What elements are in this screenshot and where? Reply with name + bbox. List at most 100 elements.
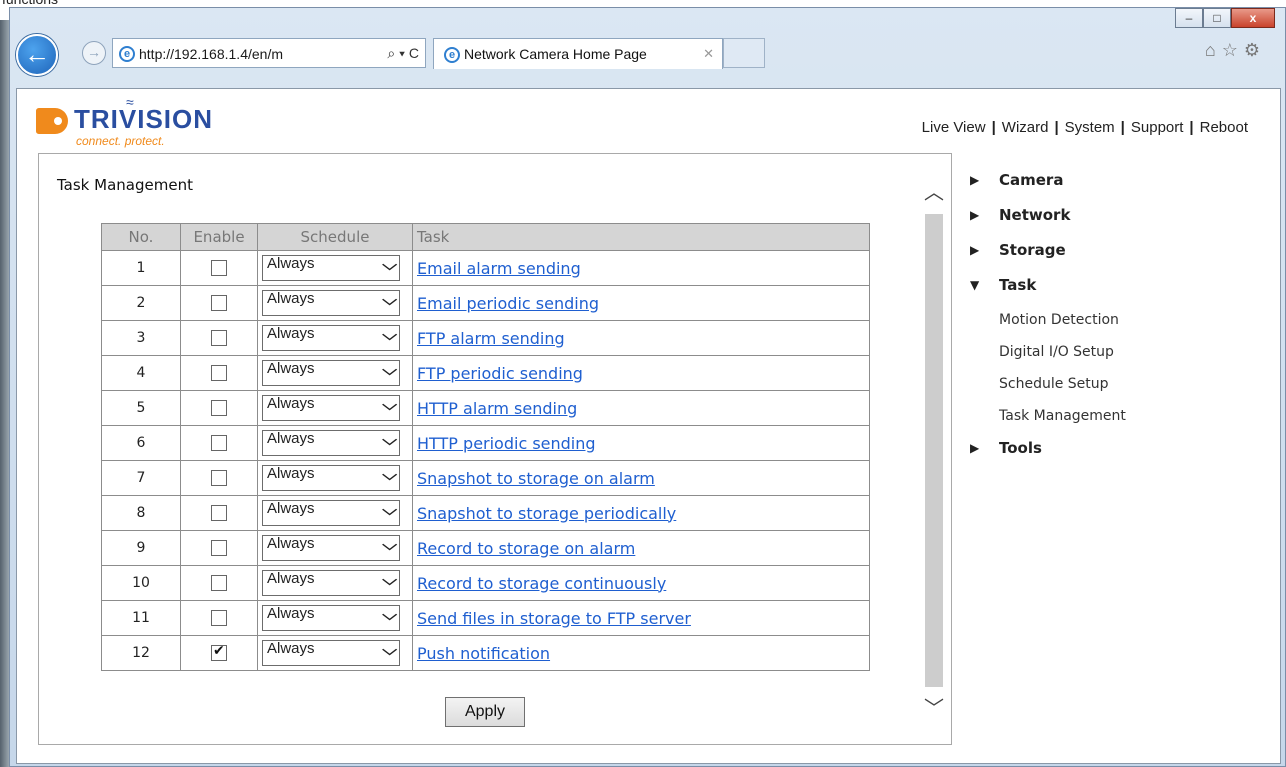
nav-separator: | <box>1054 119 1059 136</box>
scroll-down-icon[interactable]: ﹀ <box>923 689 945 735</box>
enable-checkbox[interactable] <box>211 330 227 346</box>
task-link[interactable]: HTTP alarm sending <box>417 399 577 418</box>
enable-checkbox[interactable] <box>211 435 227 451</box>
enable-checkbox[interactable] <box>211 260 227 276</box>
nav-separator: | <box>1189 119 1194 136</box>
schedule-select[interactable]: Always ⌵ <box>262 605 400 631</box>
table-row: 5 Always ⌵ HTTP alarm sending <box>101 390 870 426</box>
enable-checkbox[interactable] <box>211 400 227 416</box>
schedule-select[interactable]: Always ⌵ <box>262 290 400 316</box>
enable-checkbox[interactable] <box>211 505 227 521</box>
enable-cell <box>180 320 258 356</box>
schedule-value: Always <box>267 360 315 377</box>
schedule-select[interactable]: Always ⌵ <box>262 640 400 666</box>
sidebar-item-label: Camera <box>999 171 1064 189</box>
sidebar-item-label: Task <box>999 276 1037 294</box>
row-number: 10 <box>101 565 181 601</box>
enable-checkbox[interactable] <box>211 365 227 381</box>
task-link[interactable]: FTP alarm sending <box>417 329 565 348</box>
enable-checkbox[interactable] <box>211 540 227 556</box>
schedule-select[interactable]: Always ⌵ <box>262 255 400 281</box>
task-cell: FTP periodic sending <box>412 355 870 391</box>
schedule-select[interactable]: Always ⌵ <box>262 500 400 526</box>
task-link[interactable]: HTTP periodic sending <box>417 434 596 453</box>
scrollbar-thumb[interactable] <box>925 214 943 687</box>
task-link[interactable]: Record to storage continuously <box>417 574 666 593</box>
task-management-panel: Task Management No. Enable Schedule Task… <box>38 153 952 745</box>
home-icon[interactable]: ⌂ <box>1205 40 1222 60</box>
schedule-select[interactable]: Always ⌵ <box>262 465 400 491</box>
task-link[interactable]: Email periodic sending <box>417 294 599 313</box>
caret-right-icon: ▶ <box>970 208 980 222</box>
table-row: 11 Always ⌵ Send files in storage to FTP se… <box>101 600 870 636</box>
vertical-scrollbar[interactable]: ︿ ﹀ <box>923 163 945 735</box>
schedule-cell: Always ⌵ <box>257 635 413 671</box>
sidebar-subitem-schedule-setup[interactable]: Schedule Setup <box>970 372 1126 404</box>
maximize-button[interactable]: □ <box>1203 8 1231 28</box>
sidebar-item-camera[interactable]: ▶ Camera <box>970 168 1126 203</box>
task-link[interactable]: Email alarm sending <box>417 259 581 278</box>
task-link[interactable]: Push notification <box>417 644 550 663</box>
chevron-down-icon: ⌵ <box>381 397 397 414</box>
address-url[interactable]: http://192.168.1.4/en/m <box>139 40 349 68</box>
schedule-cell: Always ⌵ <box>257 250 413 286</box>
back-button[interactable]: ← <box>16 34 58 76</box>
task-link[interactable]: FTP periodic sending <box>417 364 583 383</box>
minimize-button[interactable]: – <box>1175 8 1203 28</box>
ie-icon: e <box>119 46 135 63</box>
tab-title: Network Camera Home Page <box>464 46 647 62</box>
nav-live-view[interactable]: Live View <box>922 119 986 136</box>
sidebar-item-network[interactable]: ▶ Network <box>970 203 1126 238</box>
enable-checkbox[interactable] <box>211 610 227 626</box>
sidebar-item-storage[interactable]: ▶ Storage <box>970 238 1126 273</box>
address-bar[interactable]: e http://192.168.1.4/en/m ⌕ ▾ C <box>112 38 426 68</box>
tab-network-camera[interactable]: e Network Camera Home Page ✕ <box>433 38 723 69</box>
sidebar-item-label: Tools <box>999 439 1042 457</box>
schedule-select[interactable]: Always ⌵ <box>262 360 400 386</box>
favorites-icon[interactable]: ☆ <box>1222 40 1244 60</box>
address-tools[interactable]: ⌕ ▾ C <box>387 39 419 67</box>
schedule-select[interactable]: Always ⌵ <box>262 325 400 351</box>
settings-icon[interactable]: ⚙ <box>1244 40 1266 60</box>
close-button[interactable]: x <box>1231 8 1275 28</box>
enable-checkbox[interactable] <box>211 643 227 661</box>
table-row: 12 Always ⌵ Push notification <box>101 635 870 671</box>
task-cell: HTTP alarm sending <box>412 390 870 426</box>
tab-close-icon[interactable]: ✕ <box>703 39 714 69</box>
sidebar-item-label: Network <box>999 206 1071 224</box>
sidebar-item-tools[interactable]: ▶ Tools <box>970 436 1126 471</box>
enable-checkbox[interactable] <box>211 575 227 591</box>
forward-button[interactable]: → <box>82 41 106 65</box>
sidebar-subitem-motion-detection[interactable]: Motion Detection <box>970 308 1126 340</box>
new-tab-button[interactable] <box>723 38 765 68</box>
nav-support[interactable]: Support <box>1131 119 1184 136</box>
task-cell: HTTP periodic sending <box>412 425 870 461</box>
task-link[interactable]: Record to storage on alarm <box>417 539 635 558</box>
nav-wizard[interactable]: Wizard <box>1002 119 1049 136</box>
task-link[interactable]: Send files in storage to FTP server <box>417 609 691 628</box>
chevron-down-icon: ⌵ <box>381 572 397 589</box>
schedule-select[interactable]: Always ⌵ <box>262 535 400 561</box>
row-number: 12 <box>101 635 181 671</box>
sidebar-subitem-digital-io-setup[interactable]: Digital I/O Setup <box>970 340 1126 372</box>
task-cell: Push notification <box>412 635 870 671</box>
enable-checkbox[interactable] <box>211 295 227 311</box>
schedule-select[interactable]: Always ⌵ <box>262 395 400 421</box>
schedule-cell: Always ⌵ <box>257 530 413 566</box>
task-link[interactable]: Snapshot to storage periodically <box>417 504 676 523</box>
task-cell: Snapshot to storage on alarm <box>412 460 870 496</box>
scroll-up-icon[interactable]: ︿ <box>923 163 945 211</box>
enable-checkbox[interactable] <box>211 470 227 486</box>
sidebar-subitem-task-management[interactable]: Task Management <box>970 404 1126 436</box>
schedule-select[interactable]: Always ⌵ <box>262 570 400 596</box>
nav-system[interactable]: System <box>1065 119 1115 136</box>
schedule-select[interactable]: Always ⌵ <box>262 430 400 456</box>
top-navigation: Live View | Wizard | System | Support | Reboot <box>922 119 1248 136</box>
nav-reboot[interactable]: Reboot <box>1200 119 1248 136</box>
enable-cell <box>180 495 258 531</box>
apply-button[interactable]: Apply <box>445 697 525 727</box>
row-number: 2 <box>101 285 181 321</box>
table-row: 4 Always ⌵ FTP periodic sending <box>101 355 870 391</box>
sidebar-item-task[interactable]: ▼ Task <box>970 273 1126 308</box>
task-link[interactable]: Snapshot to storage on alarm <box>417 469 655 488</box>
